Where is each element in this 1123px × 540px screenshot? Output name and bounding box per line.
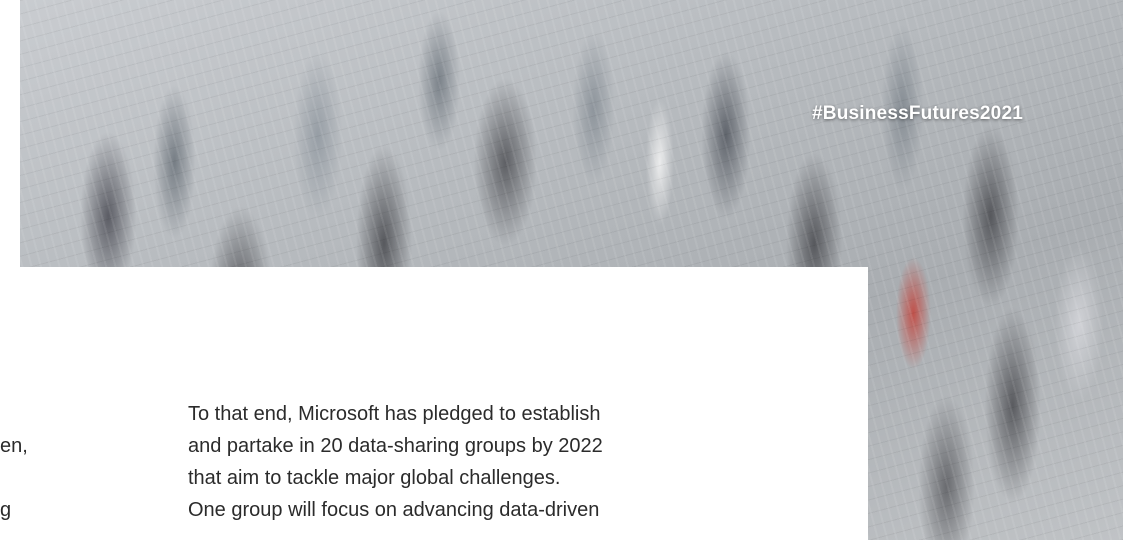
left-text-fragment: g [0,499,12,521]
article-line: and partake in 20 data-sharing groups by… [188,435,603,457]
article-line: To that end, Microsoft has pledged to es… [188,403,601,425]
article-line: that aim to tackle major global challeng… [188,467,561,489]
article-paragraph: To that end, Microsoft has pledged to es… [188,398,808,526]
article-line: One group will focus on advancing data-d… [188,499,600,521]
content-panel: en, g To that end, Microsoft has pledged… [0,267,868,540]
hashtag-label: #BusinessFutures2021 [812,103,1023,124]
left-text-fragment: en, [0,435,28,457]
left-column-cropped: en, g [0,267,90,540]
